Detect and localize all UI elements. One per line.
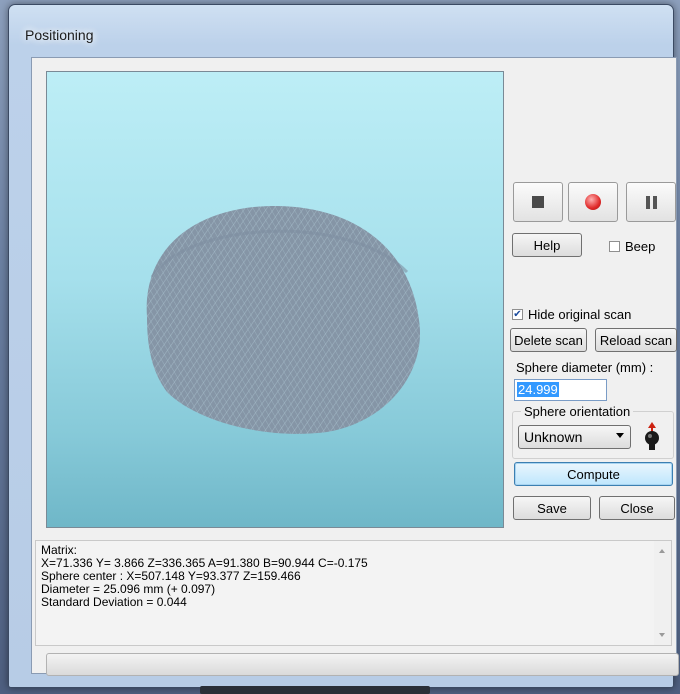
save-button[interactable]: Save xyxy=(513,496,591,520)
sphere-orientation-select[interactable]: Unknown xyxy=(518,425,631,449)
stop-icon xyxy=(532,196,544,208)
pause-icon xyxy=(645,195,657,209)
reload-scan-button[interactable]: Reload scan xyxy=(595,328,677,352)
close-button[interactable]: Close xyxy=(599,496,675,520)
scroll-down-icon[interactable] xyxy=(659,633,665,637)
dialog-client-area: Help Beep ✔ Hide original scan Delete sc… xyxy=(31,57,679,676)
sphere-diameter-value: 24.999 xyxy=(517,382,559,397)
beep-checkbox[interactable]: Beep xyxy=(609,239,655,254)
beep-label: Beep xyxy=(625,239,656,254)
sphere-orientation-value: Unknown xyxy=(524,429,583,445)
record-icon xyxy=(585,194,601,210)
beep-checkbox-box[interactable] xyxy=(609,241,620,252)
chevron-down-icon xyxy=(616,433,624,438)
progress-bar xyxy=(46,653,679,676)
sphere-diameter-label: Sphere diameter (mm) : xyxy=(516,360,654,375)
output-scrollbar[interactable] xyxy=(654,541,671,645)
output-line: Standard Deviation = 0.044 xyxy=(41,595,187,609)
sphere-orientation-group-title: Sphere orientation xyxy=(521,404,634,419)
compute-button[interactable]: Compute xyxy=(514,462,673,486)
scroll-up-icon[interactable] xyxy=(659,549,665,553)
scan-3d-view[interactable] xyxy=(46,71,504,528)
help-button[interactable]: Help xyxy=(512,233,582,257)
delete-scan-button[interactable]: Delete scan xyxy=(510,328,587,352)
result-output[interactable]: Matrix: X=71.336 Y= 3.866 Z=336.365 A=91… xyxy=(35,540,672,646)
sphere-diameter-input[interactable]: 24.999 xyxy=(514,379,607,401)
window-title: Positioning xyxy=(25,27,94,43)
sphere-orientation-icon xyxy=(645,422,659,450)
sphere-point-cloud xyxy=(146,205,421,434)
positioning-window: Positioning Help Beep ✔ Hide original sc… xyxy=(8,4,679,688)
stop-button[interactable] xyxy=(513,182,563,222)
hide-original-scan-checkbox[interactable]: ✔ Hide original scan xyxy=(512,307,631,322)
record-button[interactable] xyxy=(568,182,618,222)
hide-original-scan-label: Hide original scan xyxy=(528,307,632,322)
hide-original-scan-checkbox-box[interactable]: ✔ xyxy=(512,309,523,320)
pause-button[interactable] xyxy=(626,182,676,222)
taskbar-edge xyxy=(200,686,430,694)
